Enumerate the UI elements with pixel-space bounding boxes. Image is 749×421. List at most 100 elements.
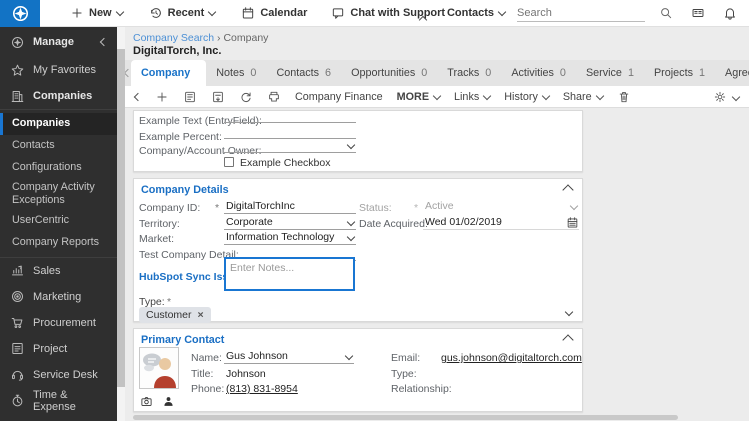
sidebar-item-manage[interactable]: Manage (0, 27, 117, 57)
print-button[interactable] (267, 90, 281, 104)
date-picker-calendar-icon[interactable] (566, 216, 579, 229)
search-icon[interactable] (659, 6, 673, 20)
tab-count: 6 (325, 67, 332, 79)
save-and-close-button[interactable] (211, 90, 225, 104)
tab-activities[interactable]: Activities 0 (501, 60, 576, 86)
search-input[interactable] (517, 6, 645, 19)
recent-menu[interactable]: Recent (149, 6, 217, 20)
tab-label: Tracks (447, 67, 480, 79)
date-acquired-value: Wed 01/02/2019 (425, 216, 502, 228)
tab-tracks[interactable]: Tracks 0 (437, 60, 501, 86)
add-button[interactable] (155, 90, 169, 104)
app-logo[interactable] (0, 0, 40, 27)
tab-opportunities[interactable]: Opportunities 0 (341, 60, 437, 86)
market-value: Information Technology (226, 231, 335, 243)
sub-label: Configurations (12, 161, 82, 174)
new-menu-label: New (89, 7, 112, 19)
tab-notes[interactable]: Notes 0 (206, 60, 266, 86)
notifications-bell-icon[interactable] (723, 6, 737, 20)
contact-person-icon[interactable] (162, 395, 175, 408)
breadcrumb: Company Search › Company (133, 32, 268, 44)
save-button[interactable] (183, 90, 197, 104)
module-label: Time & Expense (33, 388, 76, 413)
settings-gear-icon[interactable] (713, 90, 727, 104)
more-menu[interactable]: MORE (397, 91, 442, 103)
example-fields-card: Example Text (EntryField): Example Perce… (133, 110, 583, 172)
sidebar-item-procurement[interactable]: Procurement (0, 310, 117, 336)
tab-label: Service (585, 67, 622, 79)
sidebar-item-companies[interactable]: Companies (0, 83, 117, 109)
sidebar-sub-usercentric[interactable]: UserCentric (0, 210, 117, 232)
example-checkbox[interactable] (224, 157, 234, 167)
hubspot-sync-issues-textarea[interactable] (224, 257, 355, 291)
back-button[interactable] (133, 92, 143, 101)
company-id-input[interactable]: DigitalTorchInc (224, 200, 356, 214)
company-details-header: Company Details (141, 184, 229, 196)
sub-label: UserCentric (12, 214, 69, 227)
delete-button[interactable] (617, 90, 631, 104)
sidebar-item-project[interactable]: Project (0, 336, 117, 362)
type-chip-customer[interactable]: Customer × (139, 307, 211, 323)
example-percent-input[interactable] (224, 125, 356, 139)
history-menu[interactable]: History (504, 91, 551, 103)
owner-dropdown[interactable] (224, 139, 356, 153)
tab-count: 0 (250, 67, 257, 79)
sidebar-item-time-expense[interactable]: Time & Expense (0, 388, 117, 414)
contact-title-value: Johnson (226, 368, 266, 380)
refresh-button[interactable] (239, 90, 253, 104)
camera-icon[interactable] (140, 395, 153, 408)
recent-menu-label: Recent (167, 7, 205, 19)
contact-phone-link[interactable]: (813) 831-8954 (226, 383, 298, 395)
territory-dropdown[interactable]: Corporate (224, 216, 356, 230)
sidebar-sub-companies[interactable]: Companies (0, 113, 117, 135)
example-text-input[interactable] (224, 109, 356, 123)
market-dropdown[interactable]: Information Technology (224, 231, 356, 245)
companies-submenu: Companies Contacts Configurations Compan… (0, 109, 117, 258)
sidebar-sub-configurations[interactable]: Configurations (0, 157, 117, 179)
collapse-company-details-icon[interactable] (562, 184, 574, 196)
compass-icon (12, 36, 23, 48)
sidebar-sub-contacts[interactable]: Contacts (0, 135, 117, 157)
tab-agreements[interactable]: Agreements1 (715, 60, 749, 86)
app-switcher-icon[interactable] (691, 6, 705, 20)
tab-label: Company (141, 67, 191, 79)
tab-service[interactable]: Service 1 (576, 60, 644, 86)
sidebar-sub-company-reports[interactable]: Company Reports (0, 232, 117, 254)
type-dropdown-chevron[interactable] (564, 307, 574, 317)
calendar-icon (243, 7, 254, 19)
company-finance-button[interactable]: Company Finance (295, 91, 383, 103)
sidebar-item-favorites[interactable]: My Favorites (0, 57, 117, 83)
sidebar-item-service-desk[interactable]: Service Desk (0, 362, 117, 388)
scrollbar-thumb[interactable] (117, 49, 125, 387)
sidebar-item-sales[interactable]: Sales (0, 258, 117, 284)
companies-label: Companies (33, 90, 93, 102)
sidebar-item-marketing[interactable]: Marketing (0, 284, 117, 310)
chat-support-item[interactable]: Chat with Support (331, 6, 445, 20)
tab-projects[interactable]: Projects 1 (644, 60, 715, 86)
contact-avatar[interactable] (139, 347, 179, 389)
chip-remove-icon[interactable]: × (198, 309, 204, 321)
history-icon (150, 8, 161, 18)
collapse-primary-contact-icon[interactable] (562, 334, 574, 346)
sales-chart-icon (12, 266, 23, 276)
share-menu[interactable]: Share (563, 91, 604, 103)
sidebar: Manage My Favorites Companies Companies … (0, 27, 117, 421)
new-menu[interactable]: New (70, 6, 124, 20)
date-acquired-label: Date Acquired: (359, 218, 428, 230)
date-acquired-input[interactable]: Wed 01/02/2019 (423, 216, 579, 230)
tab-contacts[interactable]: Contacts 6 (266, 60, 341, 86)
breadcrumb-company-search[interactable]: Company Search (133, 32, 214, 44)
horizontal-scrollbar-thumb[interactable] (133, 415, 678, 420)
sidebar-sub-company-activity-exceptions[interactable]: Company Activity Exceptions (0, 179, 117, 210)
search-scope-dropdown[interactable]: Contacts (447, 7, 507, 19)
contact-name-dropdown[interactable]: Gus Johnson (224, 350, 354, 364)
toolbar-overflow-chevron[interactable] (731, 92, 741, 101)
tab-company[interactable]: Company (131, 60, 207, 86)
collapse-sidebar-chevron[interactable] (99, 37, 109, 47)
territory-label: Territory: (139, 218, 180, 230)
contact-email-link[interactable]: gus.johnson@digitaltorch.com (441, 352, 582, 364)
calendar-nav-item[interactable]: Calendar (241, 6, 307, 20)
sidebar-scrollbar[interactable] (117, 27, 125, 421)
sidebar-item-finance[interactable]: Finance (0, 414, 117, 421)
links-menu[interactable]: Links (454, 91, 492, 103)
